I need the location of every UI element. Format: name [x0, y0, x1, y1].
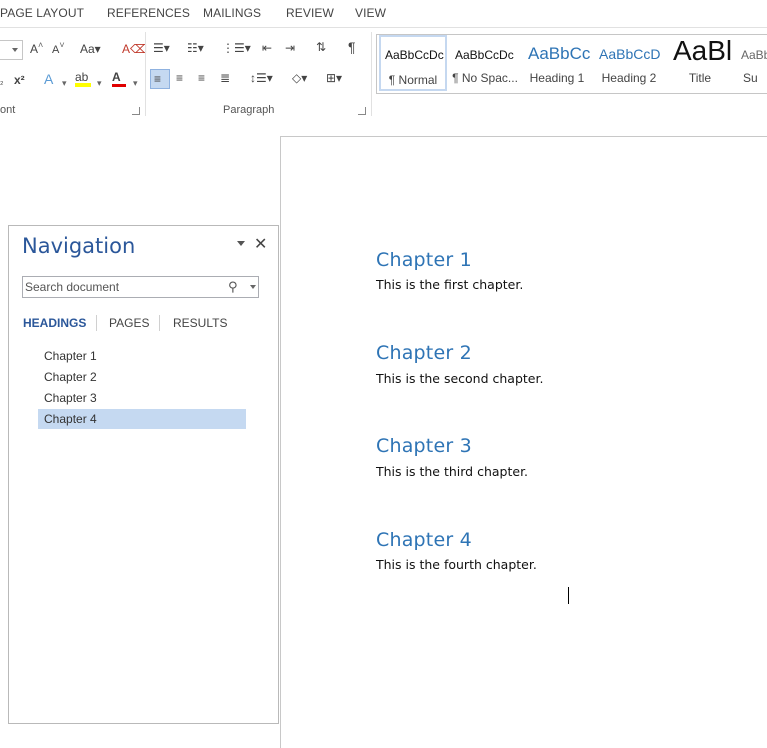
tab-mailings[interactable]: MAILINGS — [203, 6, 261, 20]
tab-headings[interactable]: HEADINGS — [23, 316, 86, 330]
tab-results[interactable]: RESULTS — [173, 316, 227, 330]
close-icon[interactable]: ✕ — [254, 234, 267, 254]
font-dialog-launcher-icon[interactable] — [132, 107, 140, 115]
chevron-down-icon[interactable]: ▾ — [133, 76, 138, 90]
shrink-font-icon[interactable]: A˅ — [52, 40, 65, 57]
chevron-down-icon[interactable]: ▾ — [62, 76, 67, 90]
style-normal[interactable]: AaBbCcDc ¶ Normal — [379, 35, 447, 91]
align-center-icon[interactable]: ≡ — [176, 71, 183, 85]
multilevel-list-icon[interactable]: ⋮☰▾ — [222, 41, 251, 55]
tab-review[interactable]: REVIEW — [286, 6, 334, 20]
search-box: ⚲ — [22, 276, 259, 298]
superscript-icon[interactable]: x² — [14, 73, 25, 87]
chevron-down-icon[interactable]: ▾ — [97, 76, 102, 90]
subscript-icon[interactable]: ₂ — [0, 74, 4, 88]
decrease-indent-icon[interactable]: ⇤ — [262, 41, 272, 55]
doc-heading-1[interactable]: Chapter 1 — [376, 249, 472, 271]
nav-heading-item[interactable]: Chapter 3 — [38, 388, 246, 408]
doc-paragraph-4[interactable]: This is the fourth chapter. — [376, 557, 537, 572]
search-icon[interactable]: ⚲ — [228, 279, 238, 295]
align-left-button[interactable]: ≡ — [150, 69, 170, 89]
doc-heading-4[interactable]: Chapter 4 — [376, 529, 472, 551]
tab-references[interactable]: REFERENCES — [107, 6, 190, 20]
style-heading-2[interactable]: AaBbCcD Heading 2 — [593, 35, 665, 91]
highlight-icon[interactable]: ab — [75, 70, 91, 87]
numbering-icon[interactable]: ☷▾ — [187, 41, 204, 55]
navigation-pane: Navigation ✕ ⚲ HEADINGS PAGES RESULTS Ch… — [8, 225, 279, 724]
font-color-icon[interactable]: A — [112, 70, 126, 87]
group-divider — [371, 32, 372, 116]
doc-paragraph-1[interactable]: This is the first chapter. — [376, 277, 523, 292]
document-page[interactable]: Chapter 1 This is the first chapter. Cha… — [280, 136, 767, 748]
tab-view[interactable]: VIEW — [355, 6, 386, 20]
change-case-icon[interactable]: Aa▾ — [80, 42, 101, 56]
text-effects-icon[interactable]: A — [44, 72, 53, 86]
increase-indent-icon[interactable]: ⇥ — [285, 41, 295, 55]
show-marks-icon[interactable]: ¶ — [348, 40, 356, 54]
ribbon: A˄ A˅ Aa▾ A⌫ ₂ x² A ▾ ab ▾ A ▾ ont ☰▾ ☷▾… — [0, 27, 767, 121]
style-no-spacing[interactable]: AaBbCcDc ¶ No Spac... — [449, 35, 521, 91]
paragraph-group-label: Paragraph — [223, 104, 275, 116]
nav-heading-item[interactable]: Chapter 1 — [38, 346, 246, 366]
bullets-icon[interactable]: ☰▾ — [153, 41, 170, 55]
document-workspace: Chapter 1 This is the first chapter. Cha… — [0, 120, 767, 748]
align-right-icon[interactable]: ≡ — [198, 71, 205, 85]
borders-icon[interactable]: ⊞▾ — [326, 71, 342, 85]
shading-icon[interactable]: ◇▾ — [292, 71, 307, 85]
text-caret — [568, 587, 569, 604]
search-input[interactable] — [25, 279, 220, 294]
ribbon-tab-bar: PAGE LAYOUT REFERENCES MAILINGS REVIEW V… — [0, 0, 767, 27]
font-group-label: ont — [0, 104, 16, 116]
grow-font-icon[interactable]: A˄ — [30, 40, 43, 57]
font-size-dropdown[interactable] — [0, 40, 23, 60]
paragraph-dialog-launcher-icon[interactable] — [358, 107, 366, 115]
doc-paragraph-2[interactable]: This is the second chapter. — [376, 371, 543, 386]
style-heading-1[interactable]: AaBbCc Heading 1 — [522, 35, 592, 91]
tab-page-layout[interactable]: PAGE LAYOUT — [0, 6, 84, 20]
group-divider — [145, 32, 146, 116]
tab-divider — [159, 315, 160, 331]
doc-heading-3[interactable]: Chapter 3 — [376, 435, 472, 457]
doc-heading-2[interactable]: Chapter 2 — [376, 342, 472, 364]
style-subtitle[interactable]: AaBb Su — [735, 35, 767, 91]
chevron-down-icon[interactable] — [250, 285, 256, 289]
navigation-title: Navigation — [22, 234, 136, 258]
style-title[interactable]: AaBl Title — [667, 35, 733, 91]
line-spacing-icon[interactable]: ↕☰▾ — [250, 71, 273, 85]
doc-paragraph-3[interactable]: This is the third chapter. — [376, 464, 528, 479]
justify-icon[interactable]: ≣ — [220, 71, 230, 85]
clear-formatting-icon[interactable]: A⌫ — [122, 42, 147, 56]
pane-options-icon[interactable] — [237, 241, 245, 246]
tab-divider — [96, 315, 97, 331]
nav-heading-item[interactable]: Chapter 2 — [38, 367, 246, 387]
align-left-icon: ≡ — [154, 72, 162, 86]
sort-icon[interactable]: ⇅ — [316, 40, 326, 54]
nav-heading-item-selected[interactable]: Chapter 4 — [38, 409, 246, 429]
tab-pages[interactable]: PAGES — [109, 316, 149, 330]
styles-gallery: AaBbCcDc ¶ Normal AaBbCcDc ¶ No Spac... … — [376, 34, 767, 94]
